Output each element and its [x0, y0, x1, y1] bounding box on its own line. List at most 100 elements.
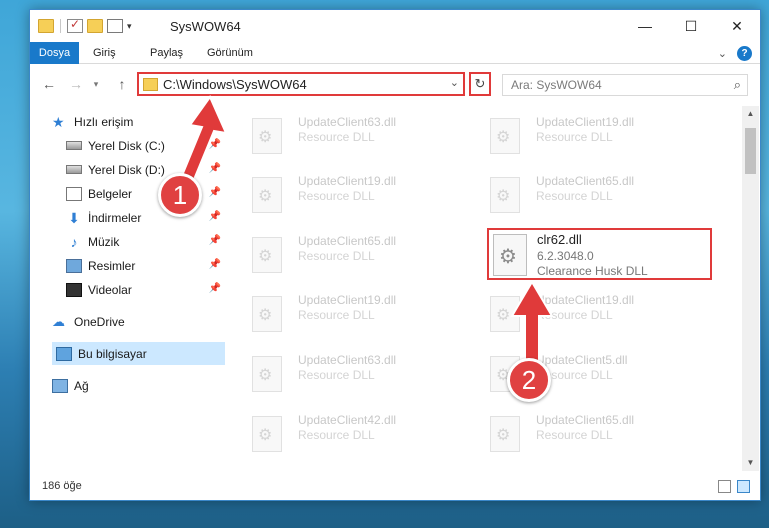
customize-toolbar-icon[interactable]: ▾ [127, 21, 132, 32]
dll-file-icon [252, 416, 282, 452]
file-name: UpdateClient19.dll [536, 115, 635, 129]
sidebar-item-videos[interactable]: Videolar 📌 [30, 278, 225, 301]
videos-icon [66, 282, 82, 297]
window-controls: — ☐ ✕ [622, 10, 760, 42]
sidebar-item-music[interactable]: ♪ Müzik 📌 [30, 230, 225, 253]
dll-file-icon [490, 416, 520, 452]
refresh-button[interactable]: ↻ [469, 72, 491, 96]
pin-icon[interactable]: 📌 [209, 235, 221, 246]
quick-access-toolbar: ▾ [38, 17, 132, 35]
dll-file-icon [252, 177, 282, 213]
toolbar-divider [60, 19, 61, 33]
back-button[interactable]: ← [40, 75, 58, 93]
file-explorer-window: ▾ SysWOW64 — ☐ ✕ Dosya Giriş Paylaş Görü… [29, 9, 761, 501]
pin-icon[interactable]: 📌 [209, 283, 221, 294]
file-item[interactable]: UpdateClient65.dll Resource DLL [464, 169, 689, 221]
up-button[interactable]: ↑ [113, 75, 131, 93]
tab-file[interactable]: Dosya [30, 42, 79, 64]
sidebar-item-pictures[interactable]: Resimler 📌 [30, 254, 225, 277]
properties-check-icon[interactable] [67, 17, 83, 33]
star-icon: ★ [52, 113, 65, 130]
downloads-icon: ⬇ [68, 209, 80, 226]
dll-file-icon [493, 234, 527, 276]
tab-home[interactable]: Giriş [83, 42, 126, 64]
file-description: Clearance Husk DLL [537, 264, 648, 278]
folder-icon [143, 78, 158, 91]
file-item[interactable]: UpdateClient63.dll Resource DLL [226, 348, 451, 400]
sidebar-item-onedrive[interactable]: ☁ OneDrive [30, 310, 225, 333]
pin-icon[interactable]: 📌 [209, 211, 221, 222]
dll-file-icon [252, 118, 282, 154]
file-name: clr62.dll [537, 232, 582, 247]
file-item[interactable]: UpdateClient42.dll Resource DLL [226, 408, 451, 460]
maximize-button[interactable]: ☐ [668, 10, 714, 42]
chevron-down-icon[interactable]: ⌄ [718, 47, 727, 60]
navigation-bar: ← → ▾ ↑ C:\Windows\SysWOW64 ⌄ ↻ Ara: Sys… [30, 66, 760, 102]
drive-icon [66, 165, 82, 174]
file-description: Resource DLL [298, 368, 375, 382]
annotation-badge-1: 1 [158, 173, 202, 217]
ribbon-tabs: Dosya Giriş Paylaş Görünüm ⌄ ? [30, 42, 760, 64]
file-item-clr62-dll[interactable]: clr62.dll 6.2.3048.0 Clearance Husk DLL [487, 228, 712, 280]
sidebar-item-this-pc[interactable]: Bu bilgisayar [52, 342, 225, 365]
computer-icon [56, 346, 72, 361]
vertical-scrollbar[interactable]: ▲ ▼ [742, 106, 759, 471]
tiles-view-icon[interactable] [737, 480, 750, 493]
folder-icon[interactable] [38, 19, 54, 33]
file-name: UpdateClient19.dll [298, 293, 397, 307]
file-description: Resource DLL [298, 428, 375, 442]
file-list: UpdateClient63.dll Resource DLL UpdateCl… [226, 106, 741, 471]
file-description: Resource DLL [536, 130, 613, 144]
scroll-thumb[interactable] [745, 128, 756, 174]
file-description: Resource DLL [536, 189, 613, 203]
search-placeholder: Ara: SysWOW64 [511, 78, 602, 92]
file-name: UpdateClient42.dll [298, 413, 397, 427]
properties-icon[interactable] [107, 19, 123, 33]
dll-file-icon [252, 356, 282, 392]
file-description: Resource DLL [298, 189, 375, 203]
close-button[interactable]: ✕ [714, 10, 760, 42]
file-item[interactable]: UpdateClient19.dll Resource DLL [226, 288, 451, 340]
file-item[interactable]: UpdateClient19.dll Resource DLL [464, 110, 689, 162]
file-item[interactable]: UpdateClient65.dll Resource DLL [464, 408, 689, 460]
address-path[interactable]: C:\Windows\SysWOW64 [163, 77, 307, 92]
forward-button[interactable]: → [67, 75, 85, 93]
scroll-down-icon[interactable]: ▼ [742, 455, 759, 471]
file-name: UpdateClient63.dll [298, 115, 397, 129]
file-item[interactable]: UpdateClient5.dll Resource DLL [464, 348, 689, 400]
sidebar-item-label: Bu bilgisayar [78, 346, 147, 361]
view-buttons [718, 480, 750, 493]
sidebar-item-network[interactable]: Ağ [30, 374, 225, 397]
details-view-icon[interactable] [718, 480, 731, 493]
recent-locations-icon[interactable]: ▾ [87, 75, 105, 93]
pin-icon[interactable]: 📌 [209, 259, 221, 270]
file-item[interactable]: UpdateClient63.dll Resource DLL [226, 110, 451, 162]
file-item[interactable]: UpdateClient19.dll Resource DLL [226, 169, 451, 221]
sidebar-item-label: OneDrive [74, 314, 125, 329]
tab-share[interactable]: Paylaş [140, 42, 193, 64]
chevron-down-icon[interactable]: ⌄ [450, 76, 459, 89]
file-description: Resource DLL [298, 308, 375, 322]
file-name: UpdateClient65.dll [536, 174, 635, 188]
new-folder-icon[interactable] [87, 19, 103, 33]
minimize-button[interactable]: — [622, 10, 668, 42]
dll-file-icon [490, 118, 520, 154]
search-input[interactable]: Ara: SysWOW64 ⌕ [502, 74, 748, 96]
drive-icon [66, 141, 82, 150]
scroll-up-icon[interactable]: ▲ [742, 106, 759, 122]
address-bar[interactable]: C:\Windows\SysWOW64 ⌄ [137, 72, 465, 96]
dll-file-icon [490, 177, 520, 213]
file-item[interactable]: UpdateClient65.dll Resource DLL [226, 229, 451, 281]
file-description: Resource DLL [298, 130, 375, 144]
cloud-icon: ☁ [52, 313, 65, 329]
ribbon-right: ⌄ ? [718, 46, 752, 61]
file-item[interactable]: UpdateClient19.dll Resource DLL [464, 288, 689, 340]
documents-icon [66, 186, 82, 201]
status-bar: 186 öğe [30, 474, 760, 500]
sidebar-item-label: Belgeler [88, 186, 133, 201]
music-icon: ♪ [70, 233, 78, 250]
help-icon[interactable]: ? [737, 46, 752, 61]
sidebar-item-label: Resimler [88, 258, 136, 273]
tab-view[interactable]: Görünüm [197, 42, 263, 64]
search-icon[interactable]: ⌕ [734, 77, 741, 93]
